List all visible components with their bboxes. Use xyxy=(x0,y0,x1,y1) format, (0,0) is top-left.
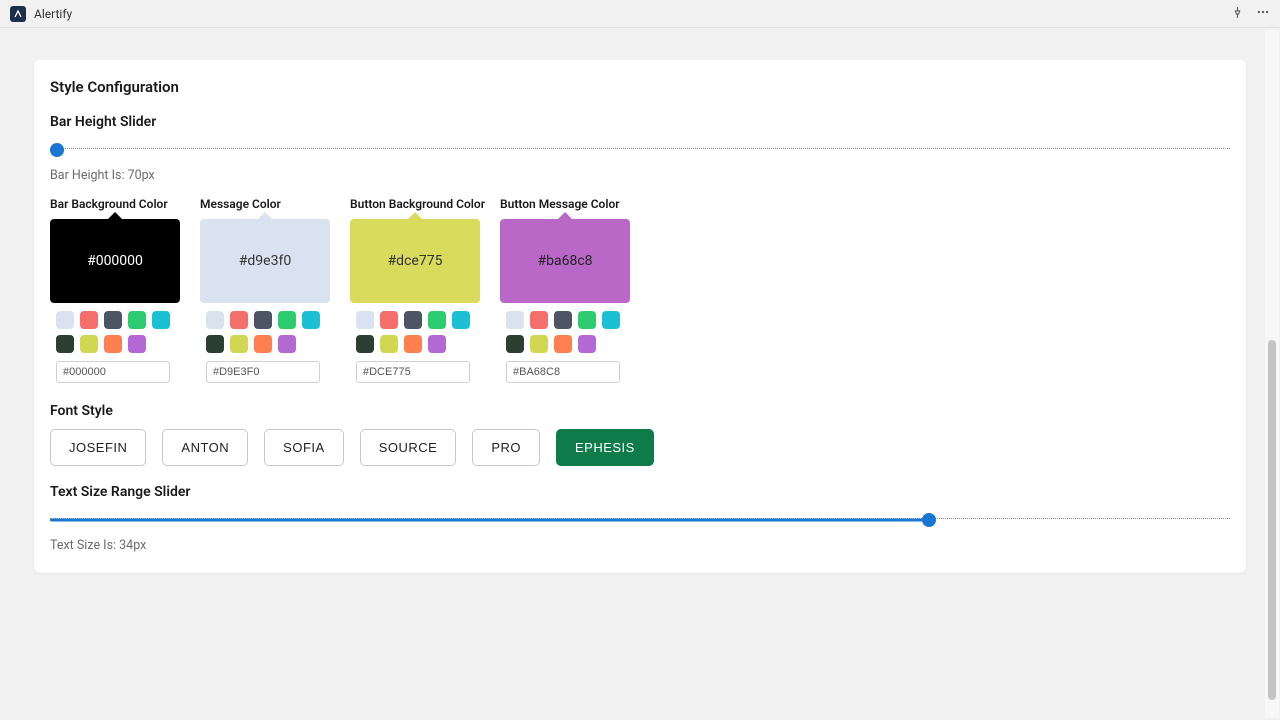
color-swatch[interactable] xyxy=(554,311,572,329)
font-buttons-row: JOSEFIN ANTON SOFIA SOURCE PRO EPHESIS xyxy=(50,429,1230,466)
color-swatch[interactable] xyxy=(56,335,74,353)
swatch-row xyxy=(206,311,328,353)
color-swatch[interactable] xyxy=(128,311,146,329)
vertical-scrollbar[interactable] xyxy=(1265,30,1279,718)
color-preview-value: #ba68c8 xyxy=(537,253,592,269)
color-swatch[interactable] xyxy=(356,335,374,353)
font-option-anton[interactable]: ANTON xyxy=(162,429,248,466)
swatch-row xyxy=(56,311,178,353)
color-group: Button Background Color #dce775 xyxy=(350,197,488,383)
color-swatch[interactable] xyxy=(230,335,248,353)
color-swatch[interactable] xyxy=(404,311,422,329)
pin-icon[interactable] xyxy=(1231,4,1244,23)
color-preview[interactable]: #000000 xyxy=(50,219,180,303)
color-swatch[interactable] xyxy=(104,335,122,353)
hex-input[interactable] xyxy=(56,361,170,383)
color-swatch[interactable] xyxy=(206,311,224,329)
color-swatch[interactable] xyxy=(428,335,446,353)
color-swatch[interactable] xyxy=(554,335,572,353)
color-swatch[interactable] xyxy=(254,335,272,353)
slider-fill xyxy=(50,519,929,522)
color-swatch[interactable] xyxy=(578,335,596,353)
color-preview-value: #dce775 xyxy=(388,253,443,269)
color-group-label: Bar Background Color xyxy=(50,197,188,211)
bar-height-slider[interactable] xyxy=(50,140,1230,160)
color-group: Button Message Color #ba68c8 xyxy=(500,197,638,383)
swatch-row xyxy=(506,311,628,353)
hex-input[interactable] xyxy=(356,361,470,383)
style-config-card: Style Configuration Bar Height Slider Ba… xyxy=(34,60,1246,573)
color-swatch[interactable] xyxy=(530,335,548,353)
color-swatch[interactable] xyxy=(506,311,524,329)
app-title: Alertify xyxy=(34,7,72,21)
color-preview[interactable]: #dce775 xyxy=(350,219,480,303)
color-group-label: Message Color xyxy=(200,197,338,211)
font-option-josefin[interactable]: JOSEFIN xyxy=(50,429,146,466)
color-swatch[interactable] xyxy=(104,311,122,329)
color-swatch[interactable] xyxy=(278,335,296,353)
color-swatch[interactable] xyxy=(578,311,596,329)
color-group-label: Button Background Color xyxy=(350,197,488,211)
color-preview[interactable]: #d9e3f0 xyxy=(200,219,330,303)
app-icon xyxy=(10,6,26,22)
slider-thumb[interactable] xyxy=(922,513,936,527)
color-swatch[interactable] xyxy=(452,311,470,329)
color-swatch[interactable] xyxy=(404,335,422,353)
color-swatch[interactable] xyxy=(230,311,248,329)
color-swatch[interactable] xyxy=(380,335,398,353)
font-option-ephesis[interactable]: EPHESIS xyxy=(556,429,654,466)
bar-height-label: Bar Height Slider xyxy=(50,114,1230,130)
text-size-label: Text Size Range Slider xyxy=(50,484,1230,500)
color-group: Message Color #d9e3f0 xyxy=(200,197,338,383)
color-swatch[interactable] xyxy=(254,311,272,329)
bar-height-readout: Bar Height Is: 70px xyxy=(50,168,1230,183)
color-swatch[interactable] xyxy=(152,311,170,329)
app-header: Alertify xyxy=(0,0,1280,28)
slider-track xyxy=(50,148,1230,152)
color-swatch[interactable] xyxy=(380,311,398,329)
color-preview-value: #000000 xyxy=(87,253,143,269)
color-swatch[interactable] xyxy=(206,335,224,353)
font-style-label: Font Style xyxy=(50,403,1230,419)
more-icon[interactable] xyxy=(1256,4,1270,23)
color-preview-value: #d9e3f0 xyxy=(239,253,291,269)
hex-input[interactable] xyxy=(506,361,620,383)
color-swatch[interactable] xyxy=(56,311,74,329)
swatch-row xyxy=(356,311,478,353)
hex-input[interactable] xyxy=(206,361,320,383)
color-swatch[interactable] xyxy=(530,311,548,329)
color-group-label: Button Message Color xyxy=(500,197,638,211)
color-pickers-row: Bar Background Color #000000 Message Color… xyxy=(50,197,1230,383)
color-preview[interactable]: #ba68c8 xyxy=(500,219,630,303)
color-swatch[interactable] xyxy=(428,311,446,329)
font-option-source[interactable]: SOURCE xyxy=(360,429,457,466)
color-swatch[interactable] xyxy=(506,335,524,353)
color-swatch[interactable] xyxy=(356,311,374,329)
card-title: Style Configuration xyxy=(50,78,1230,96)
text-size-readout: Text Size Is: 34px xyxy=(50,538,1230,553)
color-swatch[interactable] xyxy=(302,311,320,329)
color-swatch[interactable] xyxy=(278,311,296,329)
color-swatch[interactable] xyxy=(128,335,146,353)
slider-thumb[interactable] xyxy=(50,143,64,157)
color-swatch[interactable] xyxy=(80,335,98,353)
font-option-sofia[interactable]: SOFIA xyxy=(264,429,344,466)
scrollbar-thumb[interactable] xyxy=(1268,340,1276,700)
color-group: Bar Background Color #000000 xyxy=(50,197,188,383)
text-size-slider[interactable] xyxy=(50,510,1230,530)
font-option-pro[interactable]: PRO xyxy=(472,429,540,466)
color-swatch[interactable] xyxy=(602,311,620,329)
color-swatch[interactable] xyxy=(80,311,98,329)
